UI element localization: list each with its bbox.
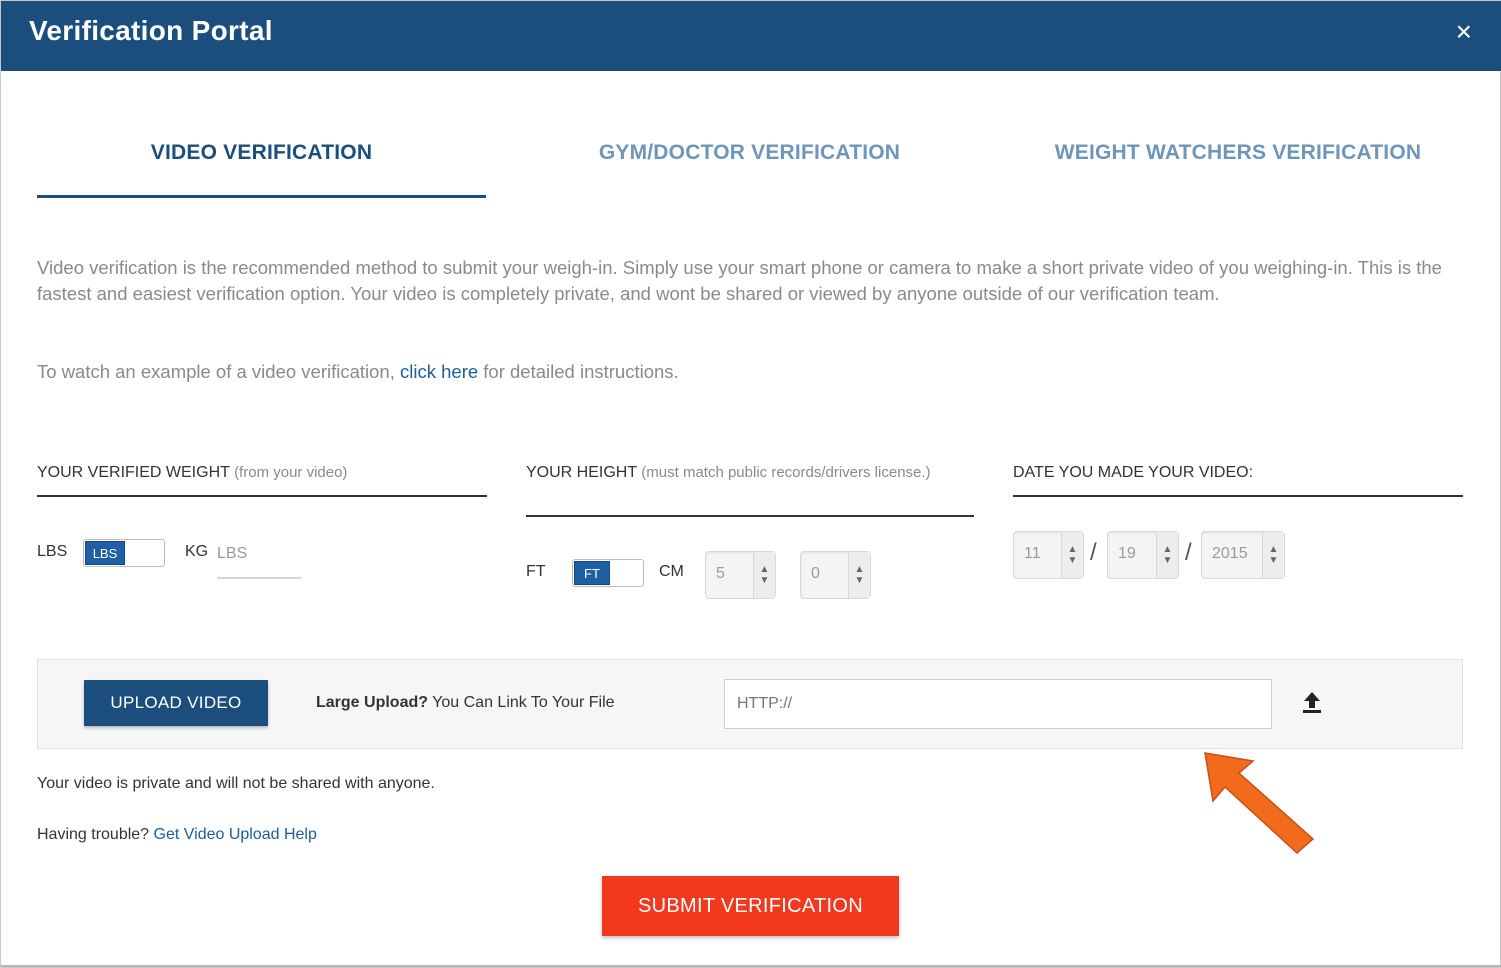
weight-divider [37,495,487,497]
spinner-arrows-icon[interactable]: ▲ ▼ [753,552,775,598]
height-unit-ft: FT [526,563,546,580]
bottom-divider [1,965,1501,967]
upload-video-button[interactable]: UPLOAD VIDEO [84,680,268,726]
example-suffix: for detailed instructions. [478,361,679,382]
height-feet-value: 5 [716,565,725,582]
active-tab-indicator [37,195,486,198]
date-year-value: 2015 [1212,545,1248,562]
large-upload-text: Large Upload? You Can Link To Your File [316,694,615,712]
close-icon[interactable]: × [1456,17,1472,47]
date-day-spinner[interactable]: 19 ▲ ▼ [1107,531,1179,579]
file-url-input[interactable] [724,679,1272,729]
click-here-link[interactable]: click here [400,361,478,382]
weight-label: YOUR VERIFIED WEIGHT [37,464,230,481]
weight-label-note: (from your video) [234,464,348,481]
tab-gym-doctor-verification[interactable]: GYM/DOCTOR VERIFICATION [536,141,963,165]
height-inches-value: 0 [811,565,820,582]
weight-unit-toggle[interactable]: LBS [83,539,165,567]
help-line: Having trouble? Get Video Upload Help [37,826,317,844]
modal-header: Verification Portal × [1,1,1501,71]
example-line: To watch an example of a video verificat… [37,361,679,383]
video-upload-help-link[interactable]: Get Video Upload Help [154,826,317,843]
tab-video-verification[interactable]: VIDEO VERIFICATION [37,141,486,165]
date-divider [1013,495,1463,497]
height-unit-toggle[interactable]: FT [572,559,644,587]
date-separator: / [1090,539,1097,566]
date-month-spinner[interactable]: 11 ▲ ▼ [1013,531,1084,579]
date-separator: / [1185,539,1192,566]
height-inches-spinner[interactable]: 0 ▲ ▼ [800,551,871,599]
date-label: DATE YOU MADE YOUR VIDEO: [1013,464,1254,481]
date-year-spinner[interactable]: 2015 ▲ ▼ [1201,531,1285,579]
large-upload-rest: You Can Link To Your File [428,694,615,711]
spinner-arrows-icon[interactable]: ▲ ▼ [1061,532,1083,578]
weight-section-label: YOUR VERIFIED WEIGHT (from your video) [37,463,487,483]
height-toggle-knob: FT [574,561,610,585]
height-divider [526,515,974,517]
spinner-arrows-icon[interactable]: ▲ ▼ [1156,532,1178,578]
help-prefix: Having trouble? [37,826,154,843]
weight-toggle-knob: LBS [85,541,125,565]
tab-weight-watchers-verification[interactable]: WEIGHT WATCHERS VERIFICATION [1013,141,1463,165]
modal-title: Verification Portal [29,15,273,46]
annotation-arrow-icon [1204,752,1315,855]
date-section-label: DATE YOU MADE YOUR VIDEO: [1013,463,1463,483]
privacy-note: Your video is private and will not be sh… [37,775,435,792]
height-label-note: (must match public records/drivers licen… [641,464,931,481]
weight-input[interactable]: LBS [217,545,301,579]
example-prefix: To watch an example of a video verificat… [37,361,400,382]
large-upload-bold: Large Upload? [316,694,429,711]
upload-panel: UPLOAD VIDEO Large Upload? You Can Link … [37,659,1463,749]
height-section-label: YOUR HEIGHT (must match public records/d… [526,463,974,483]
date-day-value: 19 [1118,545,1136,562]
submit-verification-button[interactable]: SUBMIT VERIFICATION [602,876,899,936]
height-unit-cm: CM [659,563,684,580]
height-feet-spinner[interactable]: 5 ▲ ▼ [705,551,776,599]
weight-unit-lbs: LBS [37,543,68,560]
spinner-arrows-icon[interactable]: ▲ ▼ [848,552,870,598]
date-month-value: 11 [1024,545,1041,562]
height-label: YOUR HEIGHT [526,464,637,481]
verification-tabs: VIDEO VERIFICATION GYM/DOCTOR VERIFICATI… [37,121,1463,201]
weight-unit-kg: KG [185,543,209,560]
modal-window: Verification Portal × VIDEO VERIFICATION… [0,0,1501,968]
intro-description: Video verification is the recommended me… [37,257,1442,304]
spinner-arrows-icon[interactable]: ▲ ▼ [1262,532,1284,578]
upload-arrow-icon[interactable] [1302,690,1322,714]
